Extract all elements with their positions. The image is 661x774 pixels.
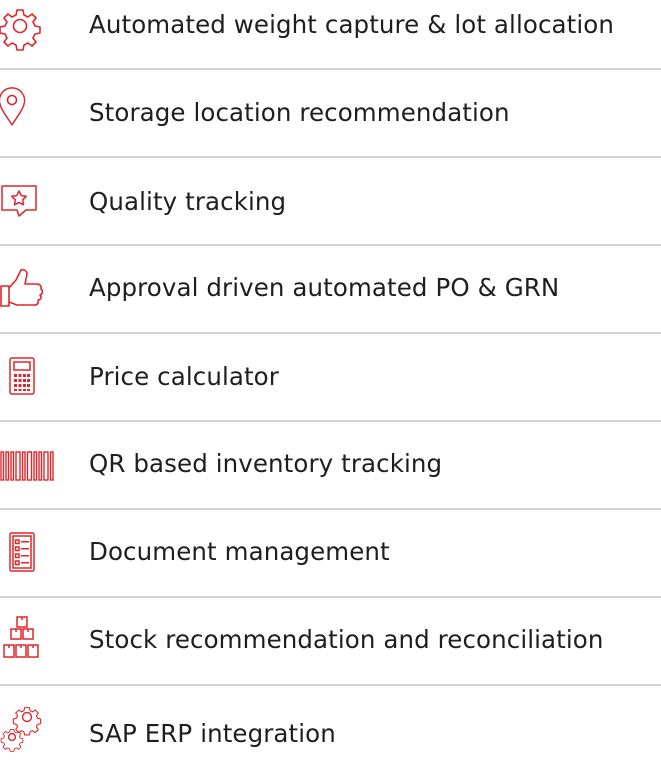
stacked-boxes-icon	[0, 616, 56, 660]
feature-label: Price calculator	[89, 362, 279, 391]
feature-list: Automated weight capture & lot allocatio…	[0, 0, 661, 774]
feature-label: Automated weight capture & lot allocatio…	[89, 10, 614, 39]
feature-row-storage-location: Storage location recommendation	[0, 70, 661, 158]
barcode-icon	[0, 444, 56, 488]
feature-row-stock-recommendation: Stock recommendation and reconciliation	[0, 598, 661, 686]
map-pin-icon	[0, 87, 56, 131]
feature-label: Approval driven automated PO & GRN	[89, 273, 560, 302]
feature-row-weight-capture: Automated weight capture & lot allocatio…	[0, 0, 661, 70]
document-list-icon	[0, 530, 56, 574]
feature-label: Stock recommendation and reconciliation	[89, 625, 604, 654]
feature-row-document-management: Document management	[0, 510, 661, 598]
feature-label: QR based inventory tracking	[89, 449, 443, 478]
feature-row-price-calculator: Price calculator	[0, 334, 661, 422]
thumbs-up-icon	[0, 266, 56, 310]
feature-label: Document management	[89, 537, 390, 566]
feature-label: Quality tracking	[89, 187, 287, 216]
feature-label: Storage location recommendation	[89, 98, 510, 127]
feature-label: SAP ERP integration	[89, 719, 336, 748]
star-badge-icon	[0, 179, 56, 223]
gears-icon	[0, 704, 56, 752]
feature-row-quality-tracking: Quality tracking	[0, 158, 661, 246]
feature-row-qr-tracking: QR based inventory tracking	[0, 422, 661, 510]
feature-row-approval: Approval driven automated PO & GRN	[0, 246, 661, 334]
calculator-icon	[0, 354, 56, 398]
gear-icon	[0, 4, 56, 51]
feature-row-sap-integration: SAP ERP integration	[0, 686, 661, 774]
